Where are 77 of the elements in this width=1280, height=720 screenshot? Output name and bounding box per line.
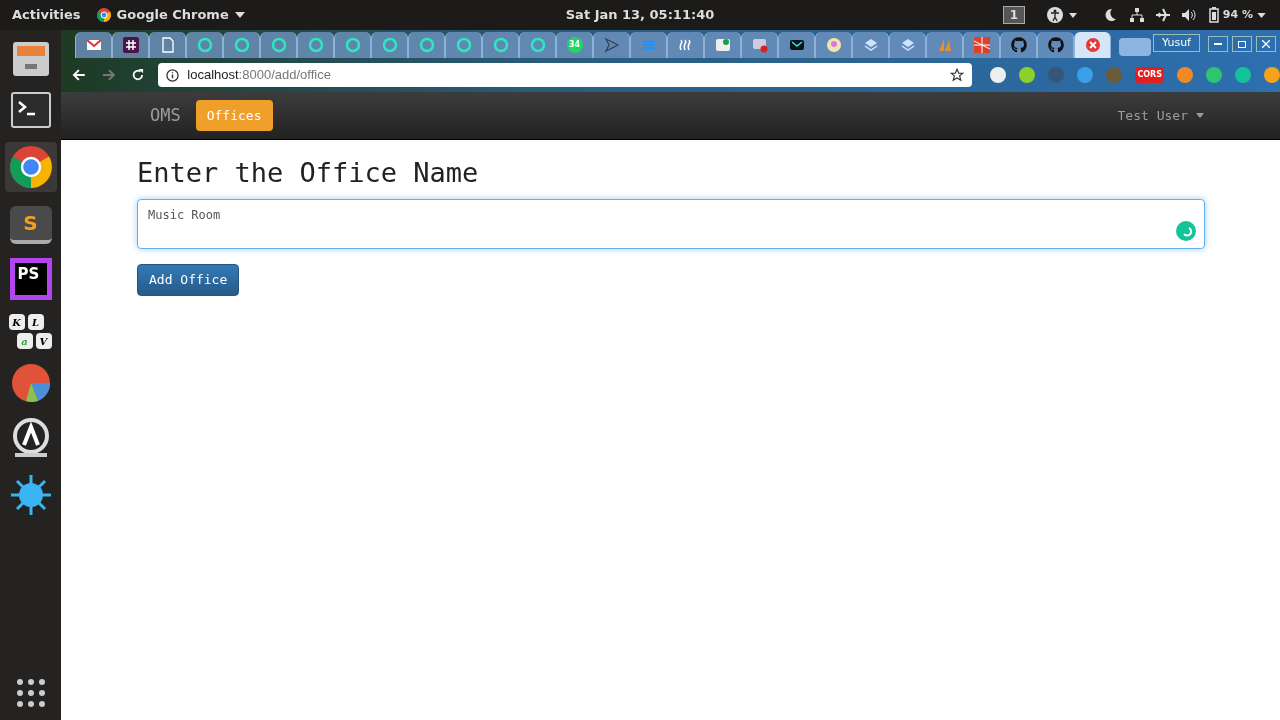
chat-icon — [455, 37, 472, 53]
grid-icon — [973, 37, 990, 53]
forward-icon[interactable] — [100, 67, 117, 83]
unread-badge: 34 — [566, 37, 583, 53]
extension-icon[interactable] — [1019, 67, 1036, 83]
close-icon[interactable] — [1084, 37, 1101, 53]
browser-tab[interactable] — [1037, 32, 1074, 58]
restore-button[interactable] — [1232, 36, 1252, 52]
browser-tab[interactable] — [112, 32, 149, 58]
minimize-button[interactable] — [1208, 36, 1228, 52]
url-text: localhost:8000/add/office — [187, 66, 331, 85]
terminal-icon[interactable] — [10, 92, 51, 128]
hash-icon — [122, 37, 139, 53]
extension-icon[interactable] — [1235, 67, 1251, 83]
extension-icon[interactable] — [1264, 67, 1280, 83]
browser-tab[interactable] — [593, 32, 630, 58]
address-bar[interactable]: localhost:8000/add/office — [158, 63, 973, 87]
sublime-text-icon[interactable]: S — [9, 206, 52, 244]
github-icon — [1047, 37, 1064, 53]
chrome-icon[interactable] — [9, 146, 52, 188]
chat-icon — [529, 37, 546, 53]
back-icon[interactable] — [71, 67, 87, 83]
github-icon — [1010, 37, 1027, 53]
app-menu[interactable]: Google Chrome — [96, 5, 245, 25]
avatar-icon — [825, 37, 842, 53]
airplane-icon[interactable] — [1154, 7, 1171, 23]
browser-tab[interactable] — [1000, 32, 1037, 58]
chrome-icon — [96, 8, 111, 22]
pie-chart-icon[interactable] — [9, 363, 52, 403]
close-icon — [1262, 40, 1270, 48]
chat-icon — [492, 37, 509, 53]
brand-link[interactable]: OMS — [150, 102, 181, 129]
chat-icon — [233, 37, 250, 53]
phpstorm-icon[interactable]: PS — [9, 258, 52, 300]
sail-icon — [936, 37, 953, 53]
app-grid-icon[interactable] — [15, 678, 46, 708]
grammarly-icon[interactable] — [1176, 221, 1196, 241]
layers-icon — [862, 37, 879, 53]
volume-icon[interactable] — [1180, 7, 1197, 23]
office-name-field[interactable]: Music Room — [137, 199, 1205, 249]
bookmark-star-icon[interactable] — [950, 68, 965, 82]
add-office-button[interactable]: Add Office — [137, 264, 240, 296]
battery-icon — [1208, 7, 1219, 23]
clock: Sat Jan 13, 05:11:40 — [565, 6, 715, 25]
image-icon — [714, 37, 731, 53]
extension-icon[interactable] — [990, 67, 1007, 83]
chat-icon — [307, 37, 324, 53]
envelope-icon — [788, 37, 805, 53]
send-icon — [603, 37, 620, 53]
user-menu[interactable]: Test User — [1117, 105, 1204, 126]
page-heading: Enter the Office Name — [137, 156, 480, 190]
chat-icon — [381, 37, 398, 53]
splash-icon[interactable] — [8, 473, 53, 517]
video-icon — [751, 37, 768, 53]
envelope-icon — [85, 37, 102, 53]
caret-icon — [234, 12, 245, 18]
battery-menu[interactable]: 94 % — [1208, 6, 1266, 24]
document-icon — [159, 37, 176, 53]
browser-tab[interactable] — [778, 32, 815, 58]
info-icon — [166, 68, 180, 82]
chat-icon — [418, 37, 435, 53]
workspace-indicator[interactable]: 1 — [1002, 6, 1025, 24]
chat-icon — [196, 37, 213, 53]
network-icon[interactable] — [1128, 7, 1145, 23]
profile-button[interactable]: Yusuf — [1153, 33, 1200, 52]
reload-icon[interactable] — [130, 68, 145, 82]
activities-button[interactable]: Activities — [12, 5, 81, 25]
cors-extension[interactable]: CORS — [1135, 67, 1164, 83]
layers-icon — [899, 37, 916, 53]
close-button[interactable] — [1256, 36, 1276, 52]
caret-icon — [1257, 12, 1266, 18]
caret-icon — [1196, 113, 1204, 118]
extension-icon[interactable] — [1177, 67, 1193, 83]
browser-tab[interactable] — [75, 32, 112, 58]
extension-icon[interactable] — [1206, 67, 1222, 83]
chat-icon — [344, 37, 361, 53]
chat-icon — [270, 37, 287, 53]
